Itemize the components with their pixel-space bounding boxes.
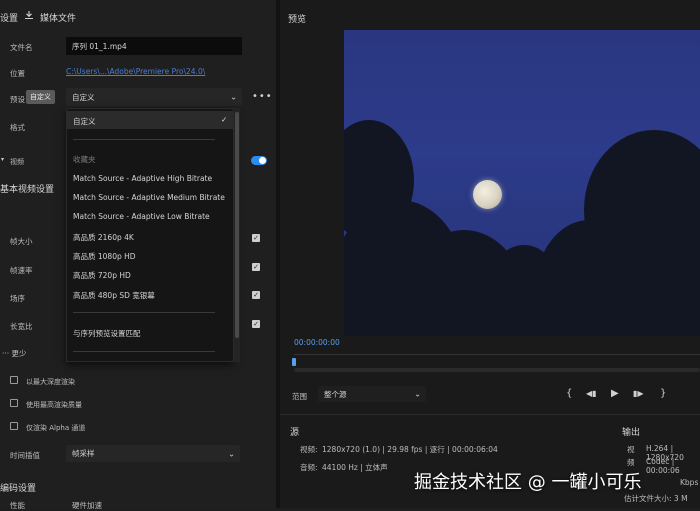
- output-bitrate: Kbps: [680, 478, 699, 487]
- show-less-toggle[interactable]: ··· 更少: [2, 348, 27, 359]
- dropdown-item[interactable]: 高品质 1080p HD: [73, 251, 136, 262]
- source-video-value: 1280x720 (1.0) | 29.98 fps | 逐行 | 00:00:…: [322, 445, 498, 454]
- location-label: 位置: [10, 69, 25, 78]
- dropdown-group-favorites: 收藏夹: [73, 155, 96, 164]
- dropdown-separator: [73, 139, 215, 140]
- mark-out-button[interactable]: }: [660, 388, 666, 399]
- tab-settings[interactable]: 设置: [0, 11, 18, 24]
- file-name-label: 文件名: [10, 43, 33, 52]
- frame-rate-label: 帧速率: [10, 266, 33, 275]
- max-quality-checkbox[interactable]: [10, 399, 18, 407]
- section-divider: [280, 414, 700, 415]
- preset-label: 预设: [10, 95, 25, 104]
- zoom-scrollbar[interactable]: [294, 368, 700, 372]
- dropdown-item[interactable]: 高品质 480p SD 宽银幕: [73, 290, 155, 301]
- playhead[interactable]: [292, 358, 296, 366]
- output-codec-label: 频: [627, 458, 635, 467]
- mark-in-button[interactable]: {: [566, 388, 572, 399]
- source-video-label: 视频:: [300, 445, 318, 454]
- preset-select[interactable]: 自定义 ⌄: [66, 88, 242, 106]
- output-codec-value: Codec | 00:00:06: [646, 457, 680, 475]
- collapse-icon[interactable]: ▾: [1, 156, 4, 163]
- timecode[interactable]: 00:00:00:00: [294, 338, 340, 347]
- dropdown-scrollbar-thumb[interactable]: [235, 112, 239, 338]
- location-link[interactable]: C:\Users\...\Adobe\Premiere Pro\24.0\: [66, 67, 205, 76]
- dropdown-item[interactable]: 高品质 720p HD: [73, 270, 131, 281]
- file-name-input[interactable]: 序列 01_1.mp4: [66, 37, 242, 55]
- dropdown-separator: [73, 312, 215, 313]
- range-select[interactable]: 整个源 ⌄: [318, 386, 426, 402]
- aspect-checkbox[interactable]: ✓: [252, 320, 260, 328]
- source-audio-value: 44100 Hz | 立体声: [322, 463, 388, 472]
- frame-size-checkbox[interactable]: ✓: [252, 234, 260, 242]
- preset-dropdown-menu: 自定义 ✓ 收藏夹 Match Source - Adaptive High B…: [66, 108, 234, 362]
- chevron-down-icon: ⌄: [414, 389, 421, 399]
- alpha-only-label: 仅渲染 Alpha 通道: [26, 424, 86, 432]
- max-depth-label: 以最大深度渲染: [26, 378, 75, 386]
- frame-rate-checkbox[interactable]: ✓: [252, 263, 260, 271]
- time-interpolation-value: 帧采样: [72, 449, 95, 458]
- max-depth-checkbox[interactable]: [10, 376, 18, 384]
- alpha-only-checkbox[interactable]: [10, 422, 18, 430]
- step-forward-button[interactable]: ▮▶: [633, 389, 644, 398]
- aspect-label: 长宽比: [10, 322, 33, 331]
- play-button[interactable]: ▶: [611, 388, 619, 399]
- frame-size-label: 帧大小: [10, 237, 33, 246]
- field-order-label: 场序: [10, 294, 25, 303]
- dropdown-item-match-sequence[interactable]: 与序列预览设置匹配: [73, 328, 141, 339]
- import-icon: [24, 10, 34, 20]
- video-section-label: 视频: [10, 158, 24, 166]
- more-options-icon[interactable]: •••: [252, 91, 273, 102]
- dropdown-item-custom[interactable]: 自定义: [73, 116, 96, 127]
- range-label: 范围: [292, 392, 307, 401]
- source-audio-label: 音频:: [300, 463, 318, 472]
- dropdown-item[interactable]: Match Source - Adaptive Medium Bitrate: [73, 193, 225, 202]
- dropdown-item[interactable]: Match Source - Adaptive High Bitrate: [73, 174, 212, 183]
- time-interpolation-label: 时间插值: [10, 451, 40, 460]
- tab-media-file[interactable]: 媒体文件: [40, 11, 76, 24]
- preset-select-value: 自定义: [72, 92, 95, 102]
- output-video-label: 视: [627, 445, 635, 454]
- dropdown-item[interactable]: 高品质 2160p 4K: [73, 232, 134, 243]
- estimated-file-size: 估计文件大小: 3 M: [624, 494, 688, 503]
- format-label: 格式: [10, 123, 25, 132]
- check-icon: ✓: [221, 115, 228, 124]
- preview-title: 预览: [288, 15, 307, 25]
- performance-value[interactable]: 硬件加速: [72, 500, 102, 511]
- source-title: 源: [290, 428, 300, 438]
- time-interpolation-select[interactable]: 帧采样 ⌄: [66, 445, 240, 462]
- chevron-down-icon: ⌄: [228, 449, 235, 458]
- range-select-value: 整个源: [324, 389, 347, 399]
- field-order-checkbox[interactable]: ✓: [252, 291, 260, 299]
- video-preview: [344, 30, 700, 336]
- max-quality-label: 使用最高渲染质量: [26, 401, 82, 409]
- dropdown-separator: [73, 351, 215, 352]
- performance-label: 性能: [10, 501, 25, 510]
- chevron-down-icon: ⌄: [230, 92, 237, 102]
- timeline-track[interactable]: [294, 354, 700, 355]
- video-toggle[interactable]: [251, 156, 267, 165]
- encoding-settings-heading: 编码设置: [0, 484, 37, 494]
- step-back-button[interactable]: ◀▮: [586, 389, 597, 398]
- dropdown-item[interactable]: Match Source - Adaptive Low Bitrate: [73, 212, 210, 221]
- basic-video-settings-heading: 基本视频设置: [0, 185, 55, 195]
- output-title: 输出: [622, 428, 641, 438]
- preset-tooltip: 自定义: [26, 90, 55, 104]
- moon-image: [473, 180, 502, 209]
- ellipsis-icon: ···: [2, 349, 12, 358]
- watermark: 掘金技术社区 @ 一罐小可乐: [414, 472, 642, 493]
